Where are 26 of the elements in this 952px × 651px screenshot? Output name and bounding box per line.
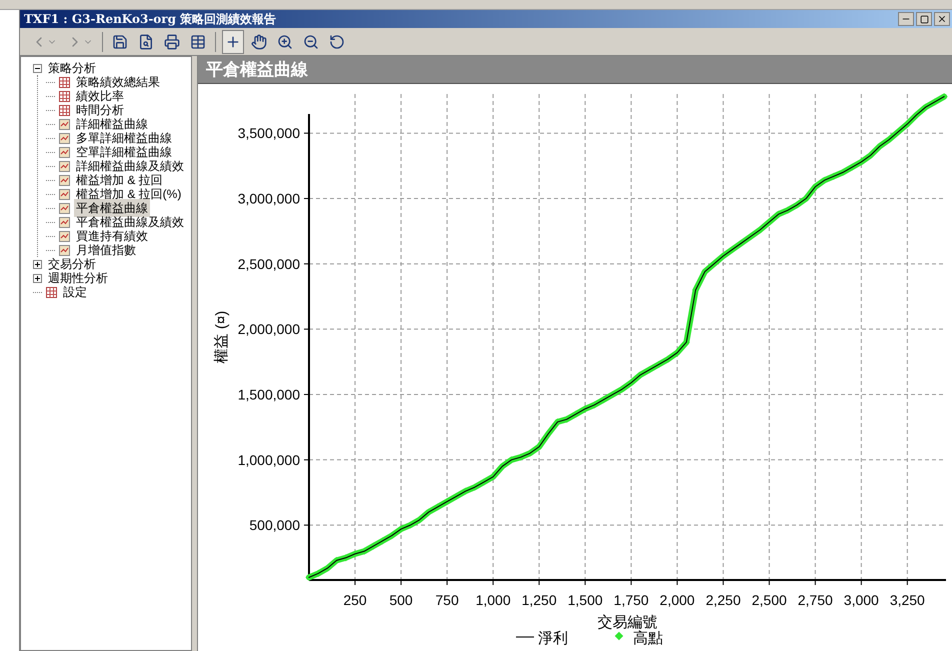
y-tick-label: 1,000,000 bbox=[238, 452, 300, 468]
legend-label: 高點 bbox=[633, 630, 663, 645]
x-tick-label: 1,250 bbox=[522, 592, 557, 608]
x-tick-label: 2,500 bbox=[752, 592, 787, 608]
y-axis-title: 權益 (¤) bbox=[213, 310, 230, 364]
legend-label: 淨利 bbox=[538, 630, 568, 645]
x-tick-label: 3,000 bbox=[844, 592, 879, 608]
x-axis-title: 交易編號 bbox=[598, 614, 658, 631]
x-tick-label: 500 bbox=[389, 592, 413, 608]
panel-title: 平倉權益曲線 bbox=[206, 58, 308, 81]
y-tick-label: 3,000,000 bbox=[238, 190, 300, 207]
x-tick-label: 2,000 bbox=[660, 592, 695, 608]
y-tick-label: 1,500,000 bbox=[238, 386, 300, 402]
x-tick-label: 2,250 bbox=[706, 592, 741, 608]
x-tick-label: 1,500 bbox=[568, 592, 603, 608]
y-tick-label: 3,500,000 bbox=[238, 125, 300, 142]
y-tick-label: 500,000 bbox=[249, 517, 300, 534]
x-tick-label: 250 bbox=[343, 592, 367, 608]
x-tick-label: 2,750 bbox=[798, 592, 833, 608]
x-tick-label: 1,000 bbox=[476, 592, 511, 608]
x-tick-label: 750 bbox=[435, 592, 459, 608]
window-title: TXF1 : G3-RenKo3-org 策略回測績效報告 bbox=[24, 11, 276, 28]
x-tick-label: 3,250 bbox=[890, 592, 925, 608]
y-tick-label: 2,500,000 bbox=[238, 256, 300, 272]
y-tick-label: 2,000,000 bbox=[238, 321, 300, 338]
x-tick-label: 1,750 bbox=[614, 592, 649, 608]
